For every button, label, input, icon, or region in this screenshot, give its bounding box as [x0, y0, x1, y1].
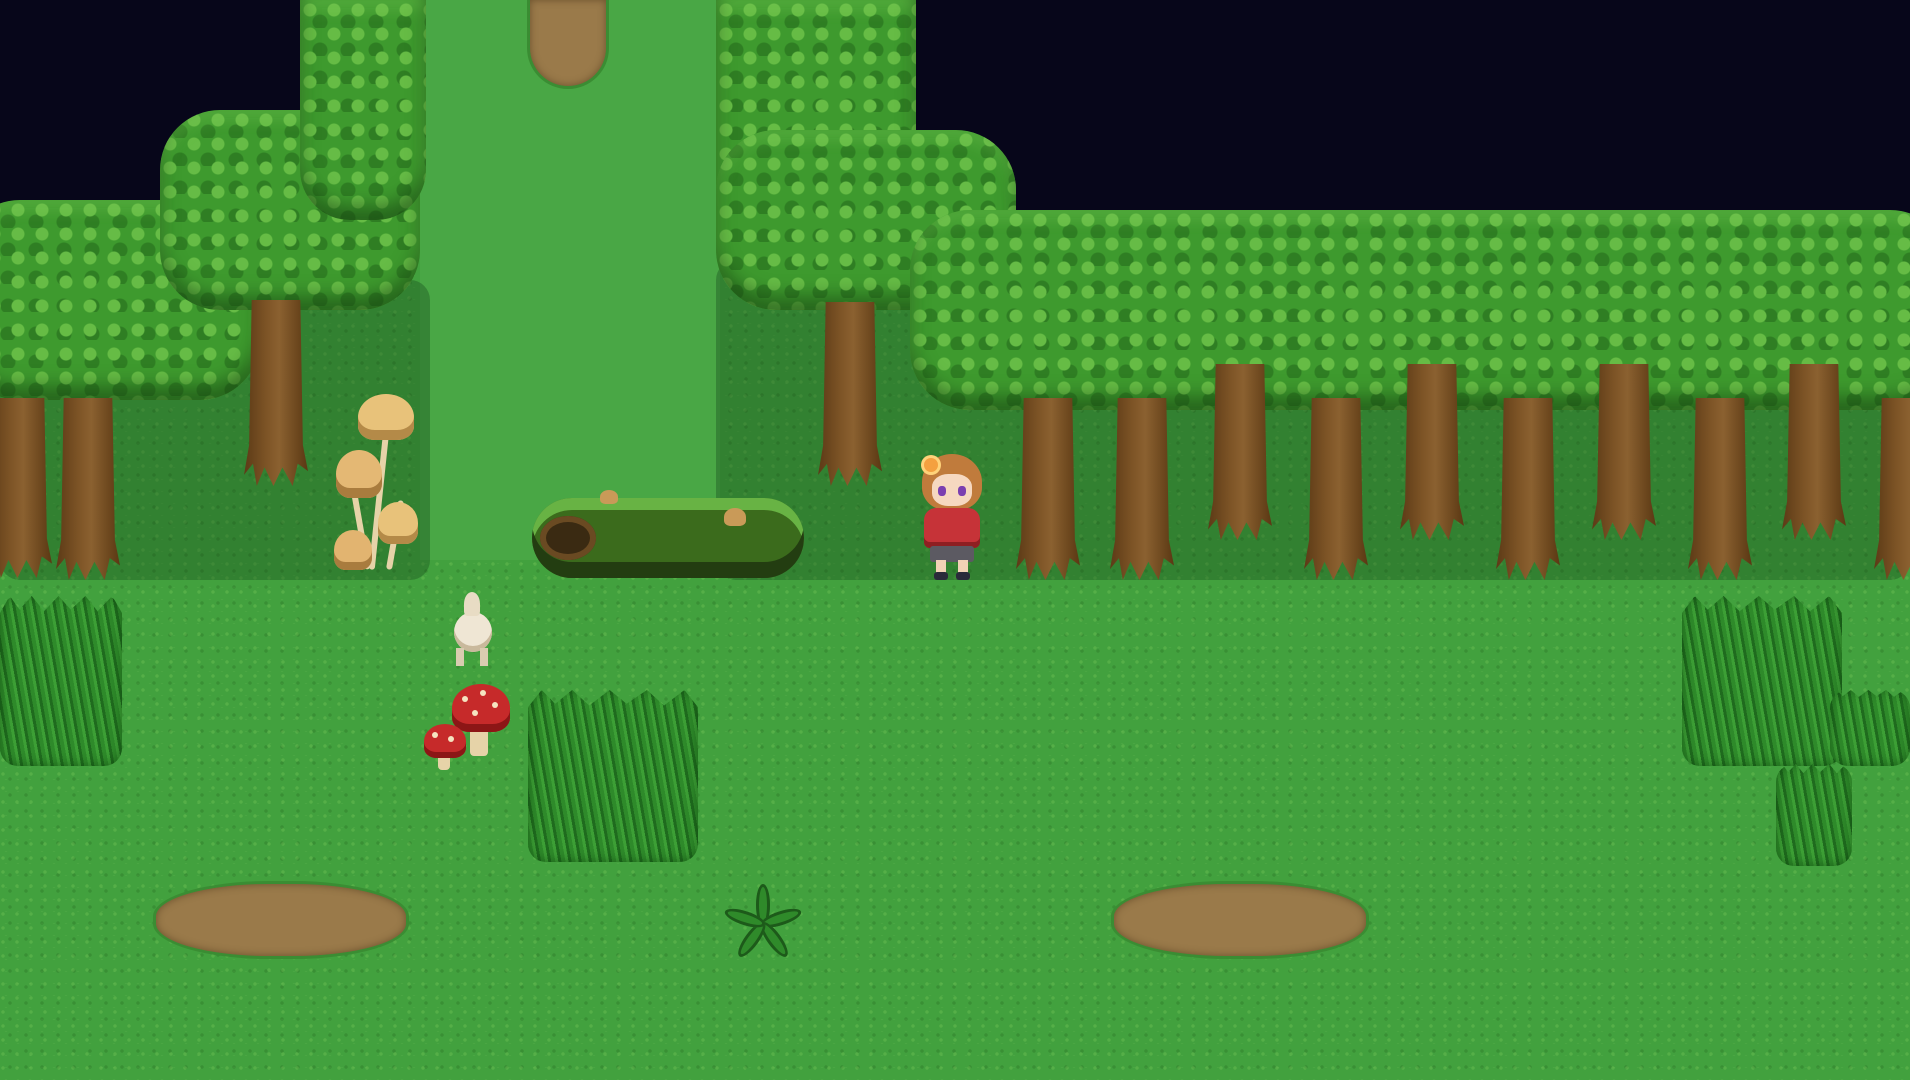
- player-eye-right: [958, 486, 966, 496]
- tree-trunk: [1496, 398, 1560, 580]
- tall-grass-bush: [528, 690, 698, 862]
- tall-grass-bush: [1682, 596, 1842, 766]
- tall-grass-bush: [1830, 690, 1910, 766]
- tree-canopy: [300, 0, 426, 220]
- tree-trunk: [1304, 398, 1368, 580]
- fern-plant: [718, 880, 808, 964]
- dirt-patch-north: [530, 0, 606, 86]
- tree-trunk: [1016, 398, 1080, 580]
- tree-trunk: [1400, 364, 1464, 540]
- hair-flower-icon: [924, 458, 938, 472]
- player-eye-left: [938, 486, 946, 496]
- tree-trunk: [818, 302, 882, 486]
- red-hood: [924, 508, 980, 548]
- dirt-patch: [156, 884, 406, 956]
- tree-trunk: [1592, 364, 1656, 540]
- tree-trunk: [0, 398, 52, 578]
- tree-trunk: [1208, 364, 1272, 540]
- log-opening: [540, 516, 596, 560]
- tan-mushroom-cluster[interactable]: [332, 390, 424, 580]
- tree-trunk: [1110, 398, 1174, 580]
- red-toadstool-cluster[interactable]: [424, 680, 524, 776]
- tree-trunk: [56, 398, 120, 580]
- player-character[interactable]: [916, 450, 988, 582]
- player-shoe-left: [934, 572, 948, 580]
- tall-grass-bush: [0, 596, 122, 766]
- dirt-patch: [1114, 884, 1366, 956]
- tree-trunk: [1782, 364, 1846, 540]
- small-creature[interactable]: [446, 592, 498, 670]
- game-viewport[interactable]: [0, 0, 1910, 1080]
- tree-trunk: [244, 300, 308, 486]
- mossy-log[interactable]: [532, 490, 804, 578]
- tree-trunk: [1688, 398, 1752, 580]
- tall-grass-bush: [1776, 764, 1852, 866]
- player-shoe-right: [956, 572, 970, 580]
